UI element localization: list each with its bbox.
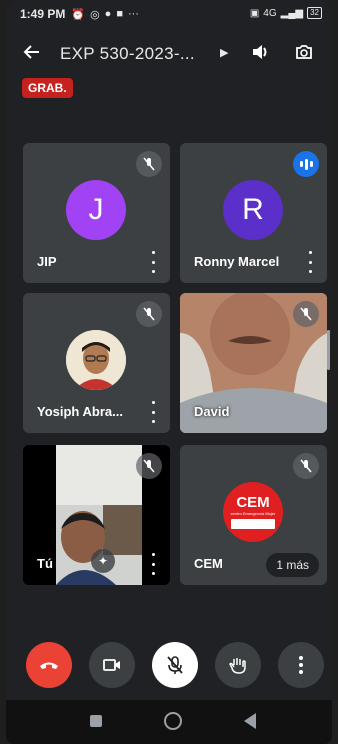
camera-toggle-button[interactable] [89, 642, 135, 688]
home-circle-icon[interactable] [164, 712, 182, 730]
whatsapp-icon: ◎ [90, 8, 100, 21]
more-options-icon[interactable] [146, 251, 160, 273]
raise-hand-button[interactable] [215, 642, 261, 688]
hand-icon [229, 658, 246, 674]
android-nav-bar [6, 700, 332, 744]
call-controls [6, 638, 332, 694]
speaking-indicator-icon [293, 151, 319, 177]
cem-logo-subtext: centro Emergencia Mujer [230, 511, 276, 516]
notification-icon: ● [104, 8, 112, 20]
participant-tile-ronny[interactable]: R Ronny Marcel [180, 143, 327, 283]
network-type: 4G [263, 7, 277, 19]
participant-tile-david[interactable]: David [180, 293, 327, 433]
facebook-icon: ■ [116, 8, 123, 20]
mic-off-icon [293, 453, 319, 479]
effects-sparkle-icon[interactable]: ✦ [91, 549, 115, 573]
more-options-button[interactable] [278, 642, 324, 688]
avatar: R [223, 180, 283, 240]
chevron-right-icon[interactable]: ▶ [220, 46, 228, 59]
participant-name: Tú [37, 556, 53, 571]
participant-tile-jip[interactable]: J JIP [23, 143, 170, 283]
mic-off-icon [293, 301, 319, 327]
end-call-icon [40, 662, 58, 669]
more-options-icon[interactable] [146, 553, 160, 575]
participant-tile-yosiph[interactable]: Yosiph Abra... [23, 293, 170, 433]
back-arrow-icon[interactable] [10, 41, 54, 67]
scrollbar[interactable] [327, 330, 330, 370]
speaker-icon[interactable] [250, 42, 270, 67]
cem-logo-text: CEM [236, 494, 270, 511]
avatar-photo [66, 330, 126, 390]
mic-toggle-button[interactable] [152, 642, 198, 688]
more-options-icon[interactable] [146, 401, 160, 423]
more-notifications-icon: ··· [127, 8, 139, 20]
participant-name: Ronny Marcel [194, 254, 280, 269]
participant-tile-cem[interactable]: CEM centro Emergencia Mujer CEM 1 más [180, 445, 327, 585]
end-call-button[interactable] [26, 642, 72, 688]
more-participants-button[interactable]: 1 más [266, 553, 319, 577]
phone-screen: 1:49 PM ⏰ ◎ ● ■ ··· ▣ 4G ▂▄▆ 32 EXP 530-… [6, 0, 332, 744]
more-vertical-icon [299, 656, 303, 674]
screen-share-icon: ▣ [249, 7, 260, 19]
more-options-icon[interactable] [303, 251, 317, 273]
battery-icon: 32 [307, 7, 322, 19]
status-time: 1:49 PM [20, 7, 66, 21]
meeting-header: EXP 530-2023-... ▶ [6, 32, 332, 76]
meeting-title[interactable]: EXP 530-2023-... [60, 44, 195, 64]
participant-name: David [194, 404, 230, 419]
video-camera-icon [103, 659, 120, 671]
participant-name: CEM [194, 556, 223, 571]
participant-name: Yosiph Abra... [37, 404, 123, 419]
recording-badge: GRAB. [22, 78, 73, 98]
cem-logo: CEM centro Emergencia Mujer [223, 482, 283, 542]
mic-off-icon [136, 453, 162, 479]
avatar: J [66, 180, 126, 240]
signal-icon: ▂▄▆ [280, 7, 304, 19]
mic-off-icon [167, 656, 183, 674]
mic-off-icon [136, 151, 162, 177]
participant-tile-self[interactable]: Tú ✦ [23, 445, 170, 585]
participant-name: JIP [37, 254, 57, 269]
back-triangle-icon[interactable] [244, 713, 256, 729]
switch-camera-icon[interactable] [294, 42, 314, 67]
mic-off-icon [136, 301, 162, 327]
recents-square-icon[interactable] [90, 715, 102, 727]
alarm-icon: ⏰ [71, 8, 86, 21]
battery-level: 32 [310, 8, 319, 17]
status-bar: 1:49 PM ⏰ ◎ ● ■ ··· ▣ 4G ▂▄▆ 32 [6, 0, 332, 28]
